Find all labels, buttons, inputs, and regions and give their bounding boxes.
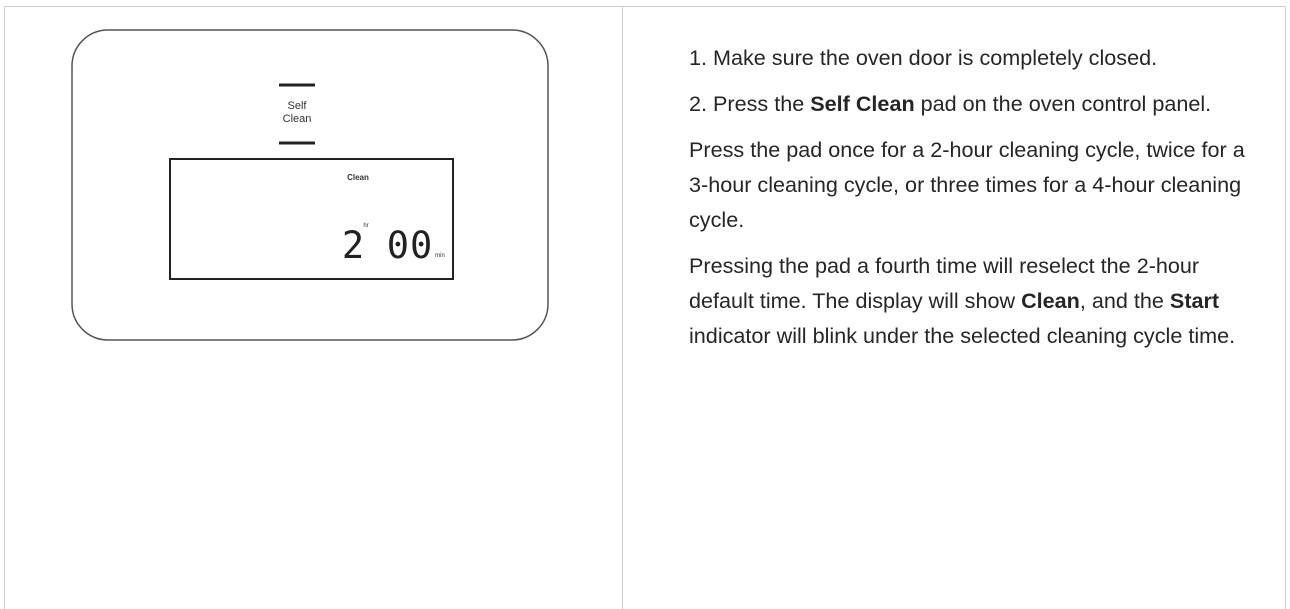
start-indicator-term: Start bbox=[1169, 288, 1220, 313]
pad-label-clean: Clean bbox=[283, 113, 312, 125]
cycle-selection-text: Press the pad once for a 2-hour cleaning… bbox=[689, 137, 1245, 232]
control-panel-svg: Self Clean Clean 2 hr 00 min bbox=[71, 29, 549, 341]
step-2-suffix: pad on the oven control panel. bbox=[914, 91, 1212, 116]
step-2: 2. Press the Self Clean pad on the oven … bbox=[689, 86, 1264, 121]
display-mode-label: Clean bbox=[347, 173, 369, 182]
instruction-text-cell: 1. Make sure the oven door is completely… bbox=[689, 40, 1264, 364]
default-time-mid: , and the bbox=[1079, 288, 1170, 313]
pad-label-self: Self bbox=[288, 100, 308, 112]
default-time-suffix: indicator will blink under the selected … bbox=[689, 323, 1236, 348]
table-border-left bbox=[4, 6, 5, 609]
default-time-paragraph: Pressing the pad a fourth time will rese… bbox=[689, 248, 1264, 353]
display-hours-digit: 2 bbox=[342, 224, 364, 267]
oven-control-panel-illustration: Self Clean Clean 2 hr 00 min bbox=[70, 28, 552, 344]
display-minutes-unit: min bbox=[435, 253, 445, 259]
table-border-right bbox=[1285, 6, 1286, 609]
step-1-text: 1. Make sure the oven door is completely… bbox=[689, 45, 1158, 70]
step-2-prefix: 2. Press the bbox=[689, 91, 811, 116]
table-border-top bbox=[4, 6, 1286, 7]
step-1: 1. Make sure the oven door is completely… bbox=[689, 40, 1264, 75]
cycle-selection-paragraph: Press the pad once for a 2-hour cleaning… bbox=[689, 132, 1264, 237]
clean-display-term: Clean bbox=[1021, 288, 1080, 313]
self-clean-pad-name: Self Clean bbox=[810, 91, 915, 116]
lcd-display: Clean 2 hr 00 min bbox=[169, 158, 454, 280]
display-hours-unit: hr bbox=[363, 223, 368, 229]
table-column-divider bbox=[622, 6, 623, 609]
display-minutes-digits: 00 bbox=[387, 224, 434, 267]
